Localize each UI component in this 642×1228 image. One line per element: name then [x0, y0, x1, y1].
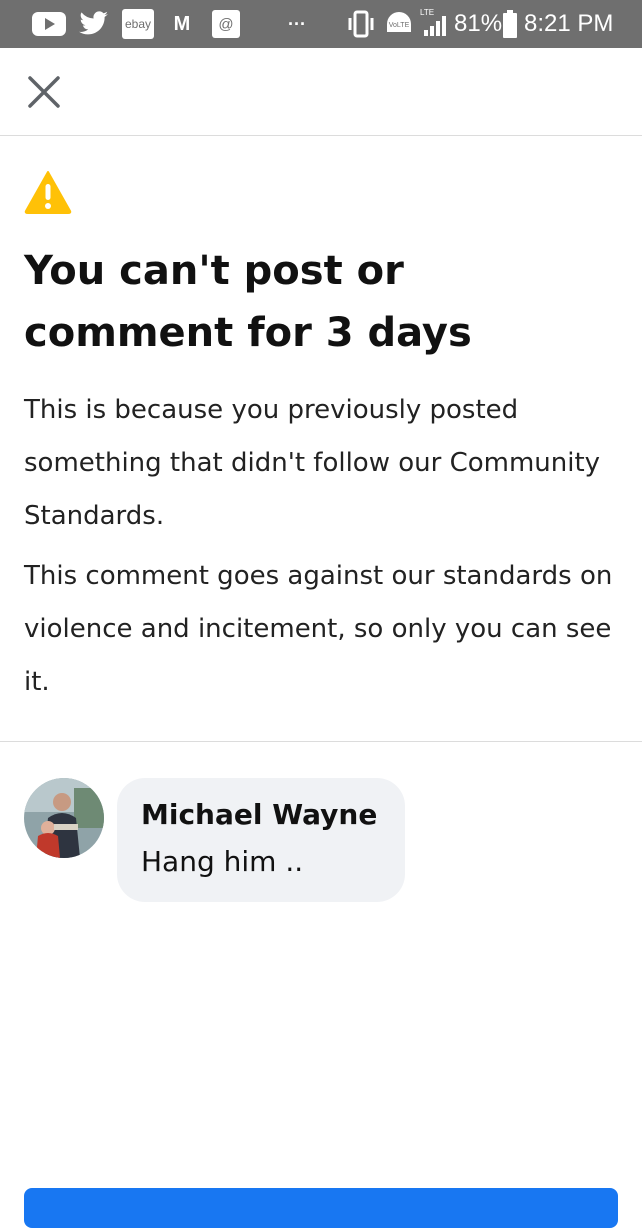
vibrate-icon	[346, 10, 376, 38]
comment-bubble: Michael Wayne Hang him ..	[117, 778, 405, 902]
email-icon: @	[212, 10, 240, 38]
gmail-icon: M	[170, 10, 194, 38]
warning-icon	[24, 170, 72, 214]
ebay-icon: ebay	[122, 9, 154, 39]
page-title: You can't post or comment for 3 days	[24, 248, 472, 356]
lte-signal-icon: LTE	[420, 8, 448, 38]
divider	[0, 741, 642, 742]
close-icon	[28, 76, 60, 108]
email-label: @	[218, 15, 234, 33]
battery-percent: 81%	[454, 10, 503, 37]
volte-label: VoLTE	[388, 22, 410, 29]
clock: 8:21 PM	[524, 10, 614, 37]
avatar[interactable]	[24, 778, 104, 858]
battery-icon	[502, 10, 518, 38]
youtube-icon	[32, 10, 66, 38]
comment-author[interactable]: Michael Wayne	[141, 792, 381, 838]
reason-text: This is because you previously posted so…	[24, 395, 601, 531]
top-bar	[0, 48, 642, 136]
twitter-icon	[78, 10, 110, 38]
ebay-label: ebay	[124, 17, 152, 31]
more-label: ···	[288, 13, 306, 34]
comment-text: Hang him ..	[141, 845, 304, 878]
gmail-label: M	[173, 12, 191, 35]
bottom-action-button[interactable]	[24, 1188, 618, 1228]
violation-text: This comment goes against our standards …	[24, 561, 613, 697]
close-button[interactable]	[24, 72, 64, 112]
volte-icon: VoLTE	[384, 10, 414, 38]
lte-label: LTE	[420, 8, 435, 17]
status-bar: ebay M @ ··· VoLTE LTE 81% 8:21 PM	[0, 0, 642, 48]
more-icon: ···	[282, 10, 312, 38]
